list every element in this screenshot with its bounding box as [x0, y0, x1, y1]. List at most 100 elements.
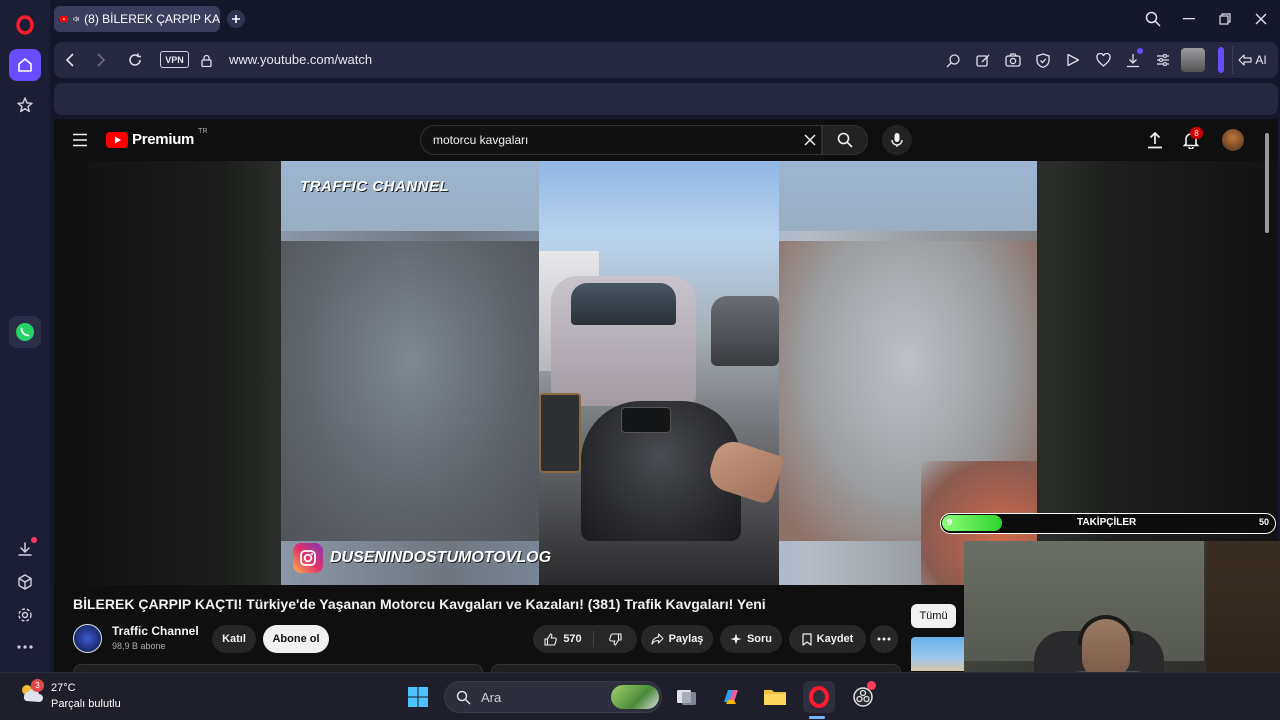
lock-icon[interactable]: [196, 50, 216, 70]
weather-widget[interactable]: 3: [18, 679, 44, 705]
opera-logo-icon[interactable]: [9, 9, 41, 41]
whatsapp-icon[interactable]: [9, 316, 41, 348]
aria-sidebar-indicator[interactable]: [1218, 47, 1224, 73]
follower-current: 9: [947, 517, 953, 527]
tab-search-button[interactable]: [1142, 8, 1164, 30]
address-bar: VPN www.youtube.com/watch AI: [54, 42, 1278, 78]
notifications-bell-icon[interactable]: 8: [1183, 127, 1203, 149]
taskbar-search-placeholder: Ara: [481, 690, 502, 705]
minimize-button[interactable]: [1178, 8, 1200, 30]
search-icon: [1145, 11, 1161, 27]
downloads-dot: [31, 537, 37, 543]
tab-youtube[interactable]: (8) BİLEREK ÇARPIP KA: [54, 6, 220, 32]
url-field[interactable]: www.youtube.com/watch: [229, 52, 372, 67]
forward-arrow-icon: [97, 53, 106, 67]
video-blur-left: [281, 241, 541, 541]
share-button[interactable]: Paylaş: [641, 625, 713, 653]
download-icon[interactable]: [1123, 48, 1143, 70]
ai-label: AI: [1255, 53, 1267, 67]
tab-title: (8) BİLEREK ÇARPIP KA: [84, 12, 220, 26]
bookmarks-bar: [54, 83, 1278, 115]
video-frame: TRAFFIC CHANNEL DUSENINDOSTUMOTOVLOG: [281, 161, 1037, 585]
camera-icon[interactable]: [1003, 50, 1023, 70]
channel-name[interactable]: Traffic Channel: [112, 624, 199, 638]
close-window-button[interactable]: [1250, 8, 1272, 30]
search-input[interactable]: motorcu kavgaları: [420, 125, 822, 155]
search-icon: [837, 132, 853, 148]
ai-sparkle-icon: [1238, 54, 1252, 66]
share-arrow-icon: [651, 633, 664, 645]
new-tab-button[interactable]: [227, 10, 245, 28]
like-count: 570: [563, 633, 582, 645]
thumbs-up-icon: [544, 632, 558, 646]
menu-icon[interactable]: [72, 133, 88, 147]
weather-temperature: 27°C: [51, 682, 76, 694]
taskbar-search[interactable]: Ara: [444, 681, 662, 713]
follower-goal-bar: 9 TAKİPÇİLER 50: [940, 513, 1276, 534]
youtube-logo-text: Premium: [132, 131, 195, 148]
filter-chip-all[interactable]: Tümü: [911, 604, 956, 628]
start-button[interactable]: [402, 681, 434, 713]
save-button[interactable]: Kaydet: [789, 625, 866, 653]
player-icon[interactable]: [1063, 50, 1083, 70]
forward-button[interactable]: [91, 50, 111, 70]
downloads-icon[interactable]: [9, 533, 41, 565]
share-label: Paylaş: [668, 633, 704, 645]
account-avatar[interactable]: [1222, 129, 1244, 151]
extensions-cube-icon[interactable]: [9, 566, 41, 598]
comments-card[interactable]: [491, 664, 901, 672]
search-button[interactable]: [822, 125, 868, 155]
windows-taskbar: 3 27°C Parçalı bulutlu Ara: [0, 672, 1280, 720]
opera-sidebar: [0, 0, 50, 672]
notification-badge: 8: [1190, 127, 1203, 139]
microphone-icon: [891, 133, 903, 147]
youtube-logo[interactable]: Premium TR: [106, 128, 208, 148]
back-button[interactable]: [60, 50, 80, 70]
recommended-thumbnail[interactable]: [911, 637, 966, 671]
restore-button[interactable]: [1214, 8, 1236, 30]
youtube-favicon-icon: [60, 16, 68, 22]
ask-button[interactable]: Soru: [720, 625, 782, 653]
ai-button[interactable]: AI: [1232, 46, 1272, 74]
shield-icon[interactable]: [1033, 50, 1053, 70]
folder-icon: [764, 690, 786, 705]
voice-search-button[interactable]: [882, 125, 912, 155]
more-horizontal-icon: [877, 637, 891, 641]
sparkle-icon: [730, 633, 742, 645]
reload-button[interactable]: [125, 50, 145, 70]
youtube-header: Premium TR motorcu kavgaları 8: [54, 119, 1278, 161]
copilot-button[interactable]: [715, 681, 747, 713]
description-card[interactable]: [73, 664, 483, 672]
youtube-play-icon: [106, 131, 128, 148]
easy-setup-icon[interactable]: [1153, 50, 1173, 70]
star-icon[interactable]: [9, 89, 41, 121]
join-button[interactable]: Katıl: [212, 625, 256, 653]
file-explorer-button[interactable]: [759, 681, 791, 713]
scrollbar-thumb[interactable]: [1265, 133, 1269, 233]
more-actions-button[interactable]: [870, 625, 898, 653]
edit-icon[interactable]: [973, 50, 993, 70]
profile-avatar-icon[interactable]: [1181, 48, 1205, 72]
more-options-icon[interactable]: [9, 631, 41, 663]
clear-search-icon[interactable]: [804, 134, 816, 146]
upload-icon[interactable]: [1147, 131, 1163, 149]
back-arrow-icon: [65, 53, 74, 67]
like-button[interactable]: 570: [533, 625, 593, 653]
opera-taskbar-button[interactable]: [803, 681, 835, 713]
close-icon: [1255, 13, 1267, 25]
speaker-icon[interactable]: [73, 13, 79, 25]
minimize-icon: [1183, 18, 1195, 20]
settings-gear-icon[interactable]: [9, 599, 41, 631]
heart-icon[interactable]: [1093, 50, 1113, 70]
home-icon[interactable]: [9, 49, 41, 81]
region-code: TR: [198, 128, 208, 135]
vpn-badge[interactable]: VPN: [160, 51, 189, 68]
dislike-button[interactable]: [594, 625, 637, 653]
subscribe-button[interactable]: Abone ol: [263, 625, 329, 653]
obs-button[interactable]: [847, 681, 879, 713]
task-view-button[interactable]: [671, 681, 703, 713]
channel-avatar[interactable]: [73, 624, 102, 653]
page-search-icon[interactable]: [943, 50, 963, 70]
phone-mount: [539, 393, 581, 473]
restore-icon: [1219, 13, 1231, 25]
